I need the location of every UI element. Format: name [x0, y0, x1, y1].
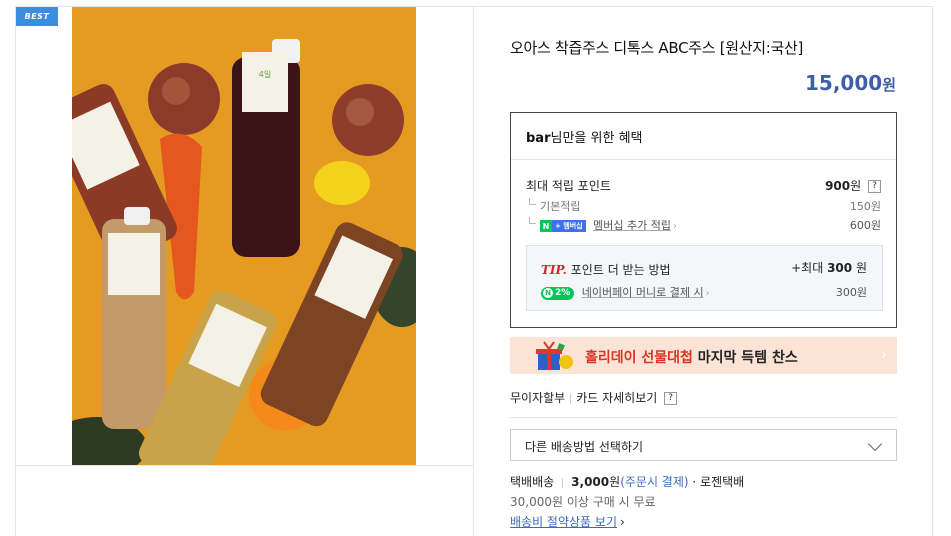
product-price: 15,000원 — [805, 71, 896, 95]
banner-text: 홀리데이 선물대첩 마지막 득템 찬스 — [585, 347, 798, 367]
tree-line-icon — [529, 198, 536, 205]
max-points-row: 최대 적립 포인트 900원 ? — [526, 177, 881, 194]
shipping-divider — [562, 477, 564, 488]
product-title: 오아스 착즙주스 디톡스 ABC주스 [원산지:국산] — [510, 39, 804, 57]
card-detail-link[interactable]: 카드 자세히보기 — [576, 391, 657, 405]
tip-value-prefix: +최대 — [791, 261, 824, 275]
promo-banner[interactable]: 홀리데이 선물대첩 마지막 득템 찬스 › — [510, 337, 897, 374]
product-photo[interactable]: 4일 — [72, 7, 416, 465]
banner-main-text: 마지막 득템 찬스 — [697, 350, 798, 366]
chevron-right-icon: › — [881, 347, 887, 363]
max-points-unit: 원 — [850, 179, 862, 193]
naverpay-label[interactable]: 네이버페이 머니로 결제 시 — [582, 286, 704, 299]
product-frame: BEST 4일 오아스 착즙주스 디톡스 ABC주스 [원산지:국산] 15,0… — [15, 6, 933, 536]
chevron-right-icon: › — [620, 515, 625, 529]
tip-label: TIP. 포인트 더 받는 방법 — [541, 261, 671, 278]
benefit-user: bar — [526, 131, 551, 146]
tip-text: 포인트 더 받는 방법 — [570, 263, 671, 277]
shipping-info: 택배배송 3,000원(주문시 결제) · 로젠택배 — [510, 473, 744, 490]
shipping-fee-unit: 원 — [609, 475, 621, 489]
naverpay-badge: N 2% — [541, 286, 575, 300]
tip-value-number: 300 — [827, 261, 853, 275]
save-shipping-link[interactable]: 배송비 절약상품 보기 › — [510, 513, 625, 530]
naverpay-pct: 2% — [555, 288, 571, 298]
save-shipping-link-label[interactable]: 배송비 절약상품 보기 — [510, 515, 617, 529]
membership-points-label[interactable]: 멤버십 추가 적립 — [593, 219, 671, 232]
link-divider — [570, 393, 572, 404]
tip-value: +최대 300 원 — [791, 259, 867, 276]
tree-line-icon — [529, 217, 536, 224]
best-badge: BEST — [16, 7, 58, 26]
banner-red-text: 홀리데이 선물대첩 — [585, 350, 693, 366]
basic-points-value: 150원 — [849, 200, 881, 213]
product-image-panel: BEST 4일 — [16, 7, 474, 536]
card-help-icon[interactable]: ? — [664, 392, 678, 405]
benefit-divider — [511, 159, 896, 160]
price-currency: 원 — [882, 76, 896, 94]
section-divider — [510, 417, 897, 418]
chevron-right-icon: › — [672, 221, 677, 232]
shipping-method: 택배배송 — [510, 475, 555, 489]
max-points-value: 900 — [825, 179, 851, 193]
naverpay-icon: N — [543, 288, 553, 298]
basic-points-label: 기본적립 — [540, 200, 581, 213]
shipping-method-select[interactable]: 다른 배송방법 선택하기 — [510, 429, 897, 461]
points-help-icon[interactable]: ? — [868, 180, 881, 193]
max-points-label: 최대 적립 포인트 — [526, 179, 611, 193]
naver-n-icon: N — [540, 220, 552, 232]
tip-mark: TIP. — [541, 263, 567, 277]
benefit-title: bar님만을 위한 혜택 — [526, 127, 643, 146]
max-points-value-wrap: 900원 ? — [825, 177, 881, 194]
shipping-fee-note: (주문시 결제) — [620, 475, 689, 489]
card-links: 무이자할부 카드 자세히보기 ? — [510, 389, 678, 406]
juice-bottles-photo-icon: 4일 — [72, 7, 416, 465]
shipping-select-label: 다른 배송방법 선택하기 — [525, 440, 644, 454]
chevron-right-icon: › — [705, 288, 710, 299]
membership-points-value: 600원 — [849, 219, 881, 232]
gift-box-icon — [536, 341, 573, 370]
tip-box: TIP. 포인트 더 받는 방법 +최대 300 원 N 2% 네이버페이 머니로 … — [526, 245, 883, 311]
installment-link[interactable]: 무이자할부 — [510, 391, 565, 405]
naverpay-value: 300원 — [835, 286, 867, 299]
naver-plus-membership-icon: N + 멤버십 — [540, 220, 586, 232]
plus-membership-label: + 멤버십 — [552, 220, 586, 232]
membership-points-row[interactable]: N + 멤버십 멤버십 추가 적립 › 600원 — [526, 217, 881, 233]
free-shipping-condition: 30,000원 이상 구매 시 무료 — [510, 495, 656, 509]
benefit-box: bar님만을 위한 혜택 최대 적립 포인트 900원 ? 기본적립 150원 … — [510, 112, 897, 328]
svg-text:4일: 4일 — [259, 70, 271, 79]
chevron-down-icon — [867, 436, 883, 452]
shipping-carrier: · 로젠택배 — [692, 475, 745, 489]
benefit-title-suffix: 님만을 위한 혜택 — [550, 131, 643, 146]
price-value: 15,000 — [805, 71, 883, 95]
basic-points-row: 기본적립 150원 — [526, 198, 881, 214]
naverpay-row[interactable]: N 2% 네이버페이 머니로 결제 시 › 300원 — [541, 284, 867, 300]
shipping-fee: 3,000 — [571, 475, 610, 489]
image-divider — [16, 465, 474, 466]
tip-value-unit: 원 — [855, 261, 867, 275]
